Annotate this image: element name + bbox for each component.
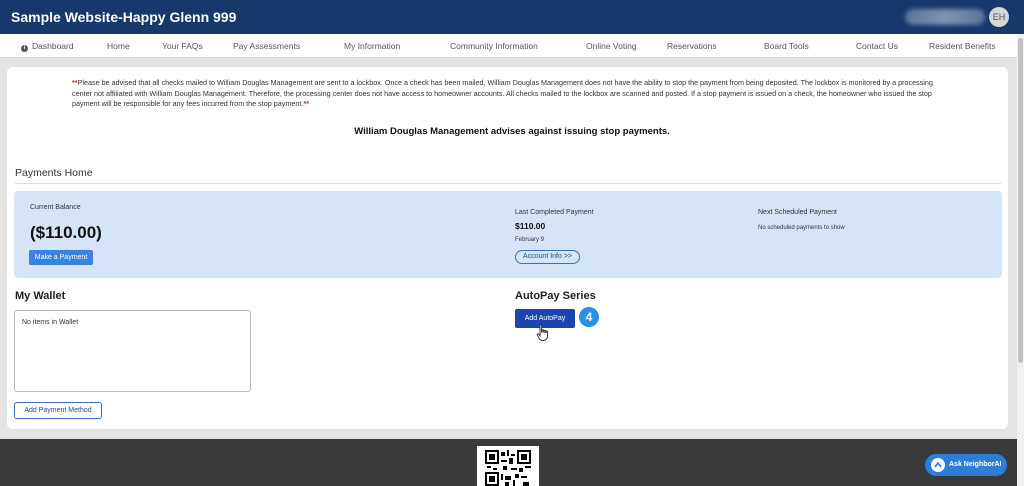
- nav-label: Dashboard: [32, 41, 74, 51]
- site-title[interactable]: Sample Website-Happy Glenn 999: [11, 9, 236, 25]
- chat-bot-icon: [931, 458, 945, 472]
- last-payment-date: February 9: [515, 237, 545, 243]
- nav-home[interactable]: Home: [107, 41, 130, 51]
- stop-payment-advisory: William Douglas Management advises again…: [354, 126, 670, 137]
- chat-icon-glyph: [934, 461, 942, 468]
- account-info-button[interactable]: Account Info >>: [515, 250, 580, 264]
- nav-my-information[interactable]: My Information: [344, 41, 400, 51]
- nav-community-information[interactable]: Community Information: [450, 41, 538, 51]
- user-avatar[interactable]: EH: [989, 7, 1009, 27]
- page-title: Payments Home: [15, 167, 93, 179]
- main-nav: i Dashboard Home Your FAQs Pay Assessment…: [0, 34, 1019, 84]
- user-name-redacted: [905, 9, 985, 25]
- last-payment-label: Last Completed Payment: [515, 209, 594, 216]
- next-payment-text: No scheduled payments to show: [758, 225, 845, 231]
- qr-code-icon: [485, 450, 531, 486]
- next-payment-label: Next Scheduled Payment: [758, 209, 837, 216]
- top-header: Sample Website-Happy Glenn 999 EH: [0, 0, 1024, 34]
- step-badge: 4: [579, 307, 599, 327]
- qr-code: [477, 446, 539, 486]
- scrollbar-thumb[interactable]: [1018, 38, 1023, 363]
- nav-reservations[interactable]: Reservations: [667, 41, 717, 51]
- make-payment-button[interactable]: Make a Payment: [29, 250, 93, 265]
- notice-text: Please be advised that all checks mailed…: [72, 78, 933, 108]
- add-payment-method-button[interactable]: Add Payment Method: [14, 402, 102, 419]
- wallet-empty-text: No items in Wallet: [22, 319, 79, 326]
- nav-pay-assessments[interactable]: Pay Assessments: [233, 41, 300, 51]
- nav-your-faqs[interactable]: Your FAQs: [162, 41, 203, 51]
- current-balance-label: Current Balance: [30, 204, 81, 211]
- balance-panel: [14, 191, 1002, 278]
- current-balance-amount: ($110.00): [30, 223, 102, 242]
- notice-star: **: [303, 99, 309, 108]
- nav-board-tools[interactable]: Board Tools: [764, 41, 809, 51]
- nav-online-voting[interactable]: Online Voting: [586, 41, 637, 51]
- divider: [15, 183, 1001, 184]
- lockbox-notice: **Please be advised that all checks mail…: [72, 78, 952, 110]
- hand-cursor-icon: [536, 324, 548, 341]
- info-icon: i: [21, 45, 28, 52]
- nav-contact-us[interactable]: Contact Us: [856, 41, 898, 51]
- wallet-title: My Wallet: [15, 290, 66, 302]
- nav-dashboard[interactable]: i Dashboard: [21, 41, 74, 52]
- autopay-title: AutoPay Series: [515, 290, 596, 302]
- nav-resident-benefits[interactable]: Resident Benefits: [929, 41, 996, 51]
- last-payment-amount: $110.00: [515, 221, 546, 231]
